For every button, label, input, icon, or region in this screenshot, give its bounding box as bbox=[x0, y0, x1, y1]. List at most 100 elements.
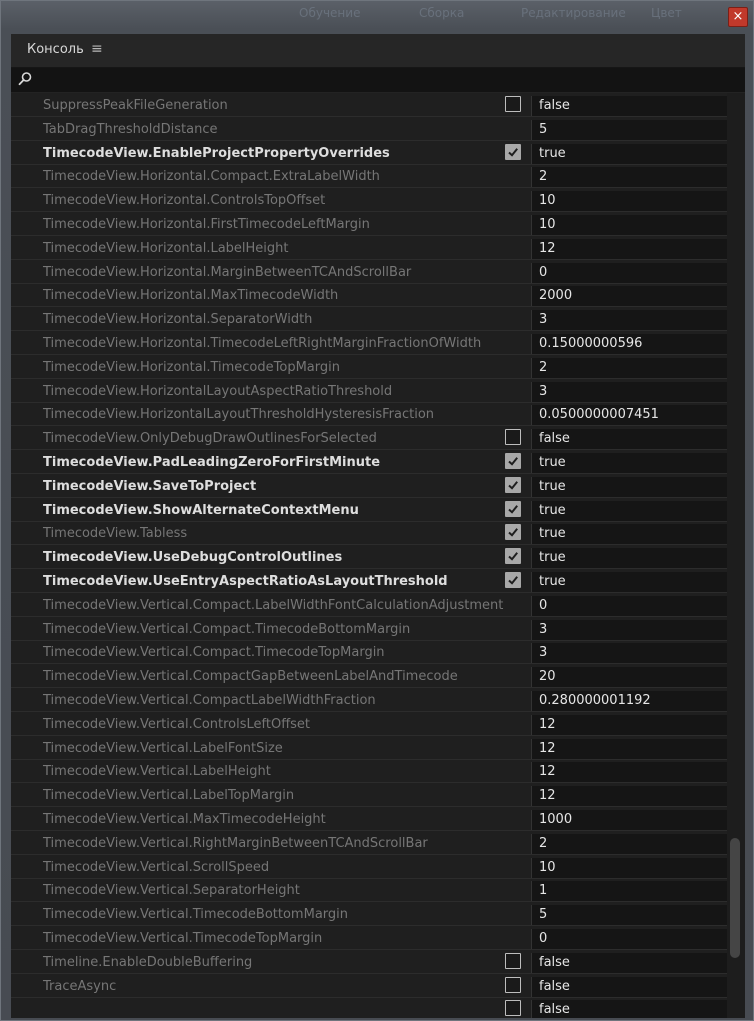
setting-value-field[interactable]: 3 bbox=[531, 381, 727, 402]
panel-menu-icon[interactable]: ≡ bbox=[91, 41, 103, 57]
setting-value-field[interactable]: 3 bbox=[531, 310, 727, 331]
setting-row[interactable]: TimecodeView.Vertical.TimecodeTopMargin 0 bbox=[11, 927, 727, 950]
setting-checkbox[interactable] bbox=[505, 429, 521, 446]
setting-checkbox[interactable] bbox=[505, 952, 521, 969]
setting-row[interactable]: TimecodeView.Horizontal.LabelHeight 12 bbox=[11, 237, 727, 260]
setting-checkbox[interactable] bbox=[505, 548, 521, 565]
setting-value-field[interactable]: true bbox=[531, 548, 727, 569]
setting-checkbox[interactable] bbox=[505, 524, 521, 541]
setting-value-field[interactable]: false bbox=[531, 1000, 727, 1018]
setting-checkbox[interactable] bbox=[505, 476, 521, 493]
setting-value-field[interactable]: false bbox=[531, 429, 727, 450]
vertical-scrollbar[interactable] bbox=[727, 93, 745, 1018]
setting-row[interactable]: TimecodeView.Vertical.CompactGapBetweenL… bbox=[11, 665, 727, 689]
setting-row[interactable]: SuppressPeakFileGeneration false bbox=[11, 94, 727, 117]
setting-checkbox[interactable] bbox=[505, 453, 521, 469]
setting-row[interactable]: TimecodeView.Vertical.TimecodeBottomMarg… bbox=[11, 903, 727, 927]
setting-row[interactable]: TraceAsync false bbox=[11, 975, 727, 998]
setting-row[interactable]: TimecodeView.EnableProjectPropertyOverri… bbox=[11, 142, 727, 165]
setting-value-field[interactable]: true bbox=[531, 143, 727, 164]
setting-value-field[interactable]: true bbox=[531, 476, 727, 497]
setting-name: TimecodeView.Vertical.CompactGapBetweenL… bbox=[43, 669, 458, 685]
setting-row[interactable]: TimecodeView.Tabless true bbox=[11, 522, 727, 546]
setting-checkbox[interactable] bbox=[505, 1000, 521, 1017]
setting-row[interactable]: TimecodeView.Vertical.MaxTimecodeHeight 1… bbox=[11, 808, 727, 831]
setting-row[interactable]: TimecodeView.HorizontalLayoutAspectRatio… bbox=[11, 380, 727, 403]
setting-value-field[interactable]: 2000 bbox=[531, 286, 727, 307]
setting-name: TimecodeView.Horizontal.Compact.ExtraLab… bbox=[43, 169, 380, 185]
setting-checkbox[interactable] bbox=[505, 572, 521, 588]
setting-row[interactable]: TimecodeView.HorizontalLayoutThresholdHy… bbox=[11, 403, 727, 427]
setting-row[interactable]: TimecodeView.Horizontal.ControlsTopOffse… bbox=[11, 189, 727, 213]
setting-row[interactable]: TimecodeView.SaveToProject true bbox=[11, 475, 727, 498]
setting-row[interactable]: TimecodeView.OnlyDebugDrawOutlinesForSel… bbox=[11, 427, 727, 451]
scrollbar-thumb[interactable] bbox=[730, 838, 740, 958]
setting-value-field[interactable]: false bbox=[531, 952, 727, 973]
setting-name: TimecodeView.UseDebugControlOutlines bbox=[43, 550, 343, 566]
setting-row[interactable]: TimecodeView.Vertical.Compact.TimecodeBo… bbox=[11, 618, 727, 641]
setting-value-field[interactable]: 0 bbox=[531, 929, 727, 949]
setting-row[interactable]: TimecodeView.Vertical.LabelFontSize 12 bbox=[11, 737, 727, 760]
setting-value-field[interactable]: false bbox=[531, 96, 727, 116]
ghost-tab: Сборка bbox=[419, 6, 465, 20]
setting-value-field[interactable]: true bbox=[531, 500, 727, 521]
setting-value-field[interactable]: 3 bbox=[531, 643, 727, 664]
close-button[interactable]: × bbox=[728, 7, 748, 27]
setting-value-field[interactable]: 20 bbox=[531, 667, 727, 688]
setting-value-field[interactable]: 12 bbox=[531, 738, 727, 759]
setting-value-field[interactable]: 12 bbox=[531, 714, 727, 735]
setting-value-field[interactable]: 0.0500000007451 bbox=[531, 405, 727, 426]
setting-row[interactable]: TimecodeView.Vertical.CompactLabelWidthF… bbox=[11, 689, 727, 712]
setting-value-field[interactable]: 12 bbox=[531, 762, 727, 783]
setting-value-field[interactable]: false bbox=[531, 976, 727, 997]
setting-value-field[interactable]: 5 bbox=[531, 119, 727, 140]
setting-row[interactable]: TimecodeView.UseDebugControlOutlines true bbox=[11, 546, 727, 570]
setting-value-field[interactable]: true bbox=[531, 572, 727, 592]
setting-row[interactable]: TimecodeView.Vertical.LabelTopMargin 12 bbox=[11, 784, 727, 808]
setting-value-field[interactable]: 12 bbox=[531, 238, 727, 259]
setting-value-field[interactable]: 0.15000000596 bbox=[531, 334, 727, 354]
setting-value-field[interactable]: true bbox=[531, 524, 727, 545]
setting-row[interactable]: TimecodeView.Horizontal.FirstTimecodeLef… bbox=[11, 213, 727, 236]
setting-row[interactable]: TimecodeView.Vertical.LabelHeight 12 bbox=[11, 760, 727, 784]
setting-value-field[interactable]: 10 bbox=[531, 215, 727, 235]
setting-row[interactable]: TimecodeView.Horizontal.Compact.ExtraLab… bbox=[11, 165, 727, 189]
setting-value-field[interactable]: 0 bbox=[531, 595, 727, 616]
setting-row[interactable]: TimecodeView.Horizontal.TimecodeLeftRigh… bbox=[11, 332, 727, 355]
setting-row[interactable]: TimecodeView.UseEntryAspectRatioAsLayout… bbox=[11, 570, 727, 593]
setting-value-field[interactable]: 2 bbox=[531, 833, 727, 854]
setting-row[interactable]: TimecodeView.Horizontal.SeparatorWidth 3 bbox=[11, 308, 727, 332]
setting-value-field[interactable]: 0.280000001192 bbox=[531, 691, 727, 711]
setting-checkbox[interactable] bbox=[505, 143, 521, 160]
setting-value-field[interactable]: 2 bbox=[531, 167, 727, 188]
setting-value-field[interactable]: 1 bbox=[531, 881, 727, 902]
setting-value-field[interactable]: true bbox=[531, 453, 727, 473]
setting-value-field[interactable]: 5 bbox=[531, 905, 727, 926]
setting-row[interactable]: TimecodeView.Vertical.ControlsLeftOffset… bbox=[11, 713, 727, 736]
setting-row[interactable]: TimecodeView.ShowAlternateContextMenu tru… bbox=[11, 499, 727, 522]
setting-row[interactable]: TimecodeView.Horizontal.MaxTimecodeWidth… bbox=[11, 284, 727, 308]
setting-value-field[interactable]: 12 bbox=[531, 786, 727, 807]
setting-checkbox[interactable] bbox=[505, 96, 521, 112]
setting-checkbox[interactable] bbox=[505, 500, 521, 517]
setting-value-field[interactable]: 10 bbox=[531, 857, 727, 878]
setting-row[interactable]: TimecodeView.PadLeadingZeroForFirstMinut… bbox=[11, 451, 727, 474]
setting-value-field[interactable]: 1000 bbox=[531, 810, 727, 830]
setting-row[interactable]: TimecodeView.Horizontal.TimecodeTopMargi… bbox=[11, 356, 727, 379]
setting-row[interactable]: TimecodeView.Horizontal.MarginBetweenTCA… bbox=[11, 261, 727, 284]
setting-row[interactable]: TimecodeView.Vertical.Compact.TimecodeTo… bbox=[11, 641, 727, 665]
setting-row[interactable]: TimecodeView.Vertical.RightMarginBetween… bbox=[11, 832, 727, 855]
setting-value-field[interactable]: 3 bbox=[531, 619, 727, 640]
setting-row[interactable]: TimecodeView.Vertical.ScrollSpeed 10 bbox=[11, 856, 727, 879]
setting-value-field[interactable]: 10 bbox=[531, 191, 727, 212]
setting-value-field[interactable]: 0 bbox=[531, 262, 727, 283]
setting-row[interactable]: TabDragThresholdDistance 5 bbox=[11, 118, 727, 141]
setting-row[interactable]: false bbox=[11, 998, 727, 1018]
setting-name: TimecodeView.Vertical.Compact.TimecodeBo… bbox=[43, 621, 411, 637]
setting-checkbox[interactable] bbox=[505, 976, 521, 993]
setting-row[interactable]: TimecodeView.Vertical.SeparatorHeight 1 bbox=[11, 879, 727, 903]
setting-row[interactable]: TimecodeView.Vertical.Compact.LabelWidth… bbox=[11, 594, 727, 617]
search-input[interactable] bbox=[37, 70, 727, 90]
setting-value-field[interactable]: 2 bbox=[531, 357, 727, 378]
setting-row[interactable]: Timeline.EnableDoubleBuffering false bbox=[11, 951, 727, 974]
